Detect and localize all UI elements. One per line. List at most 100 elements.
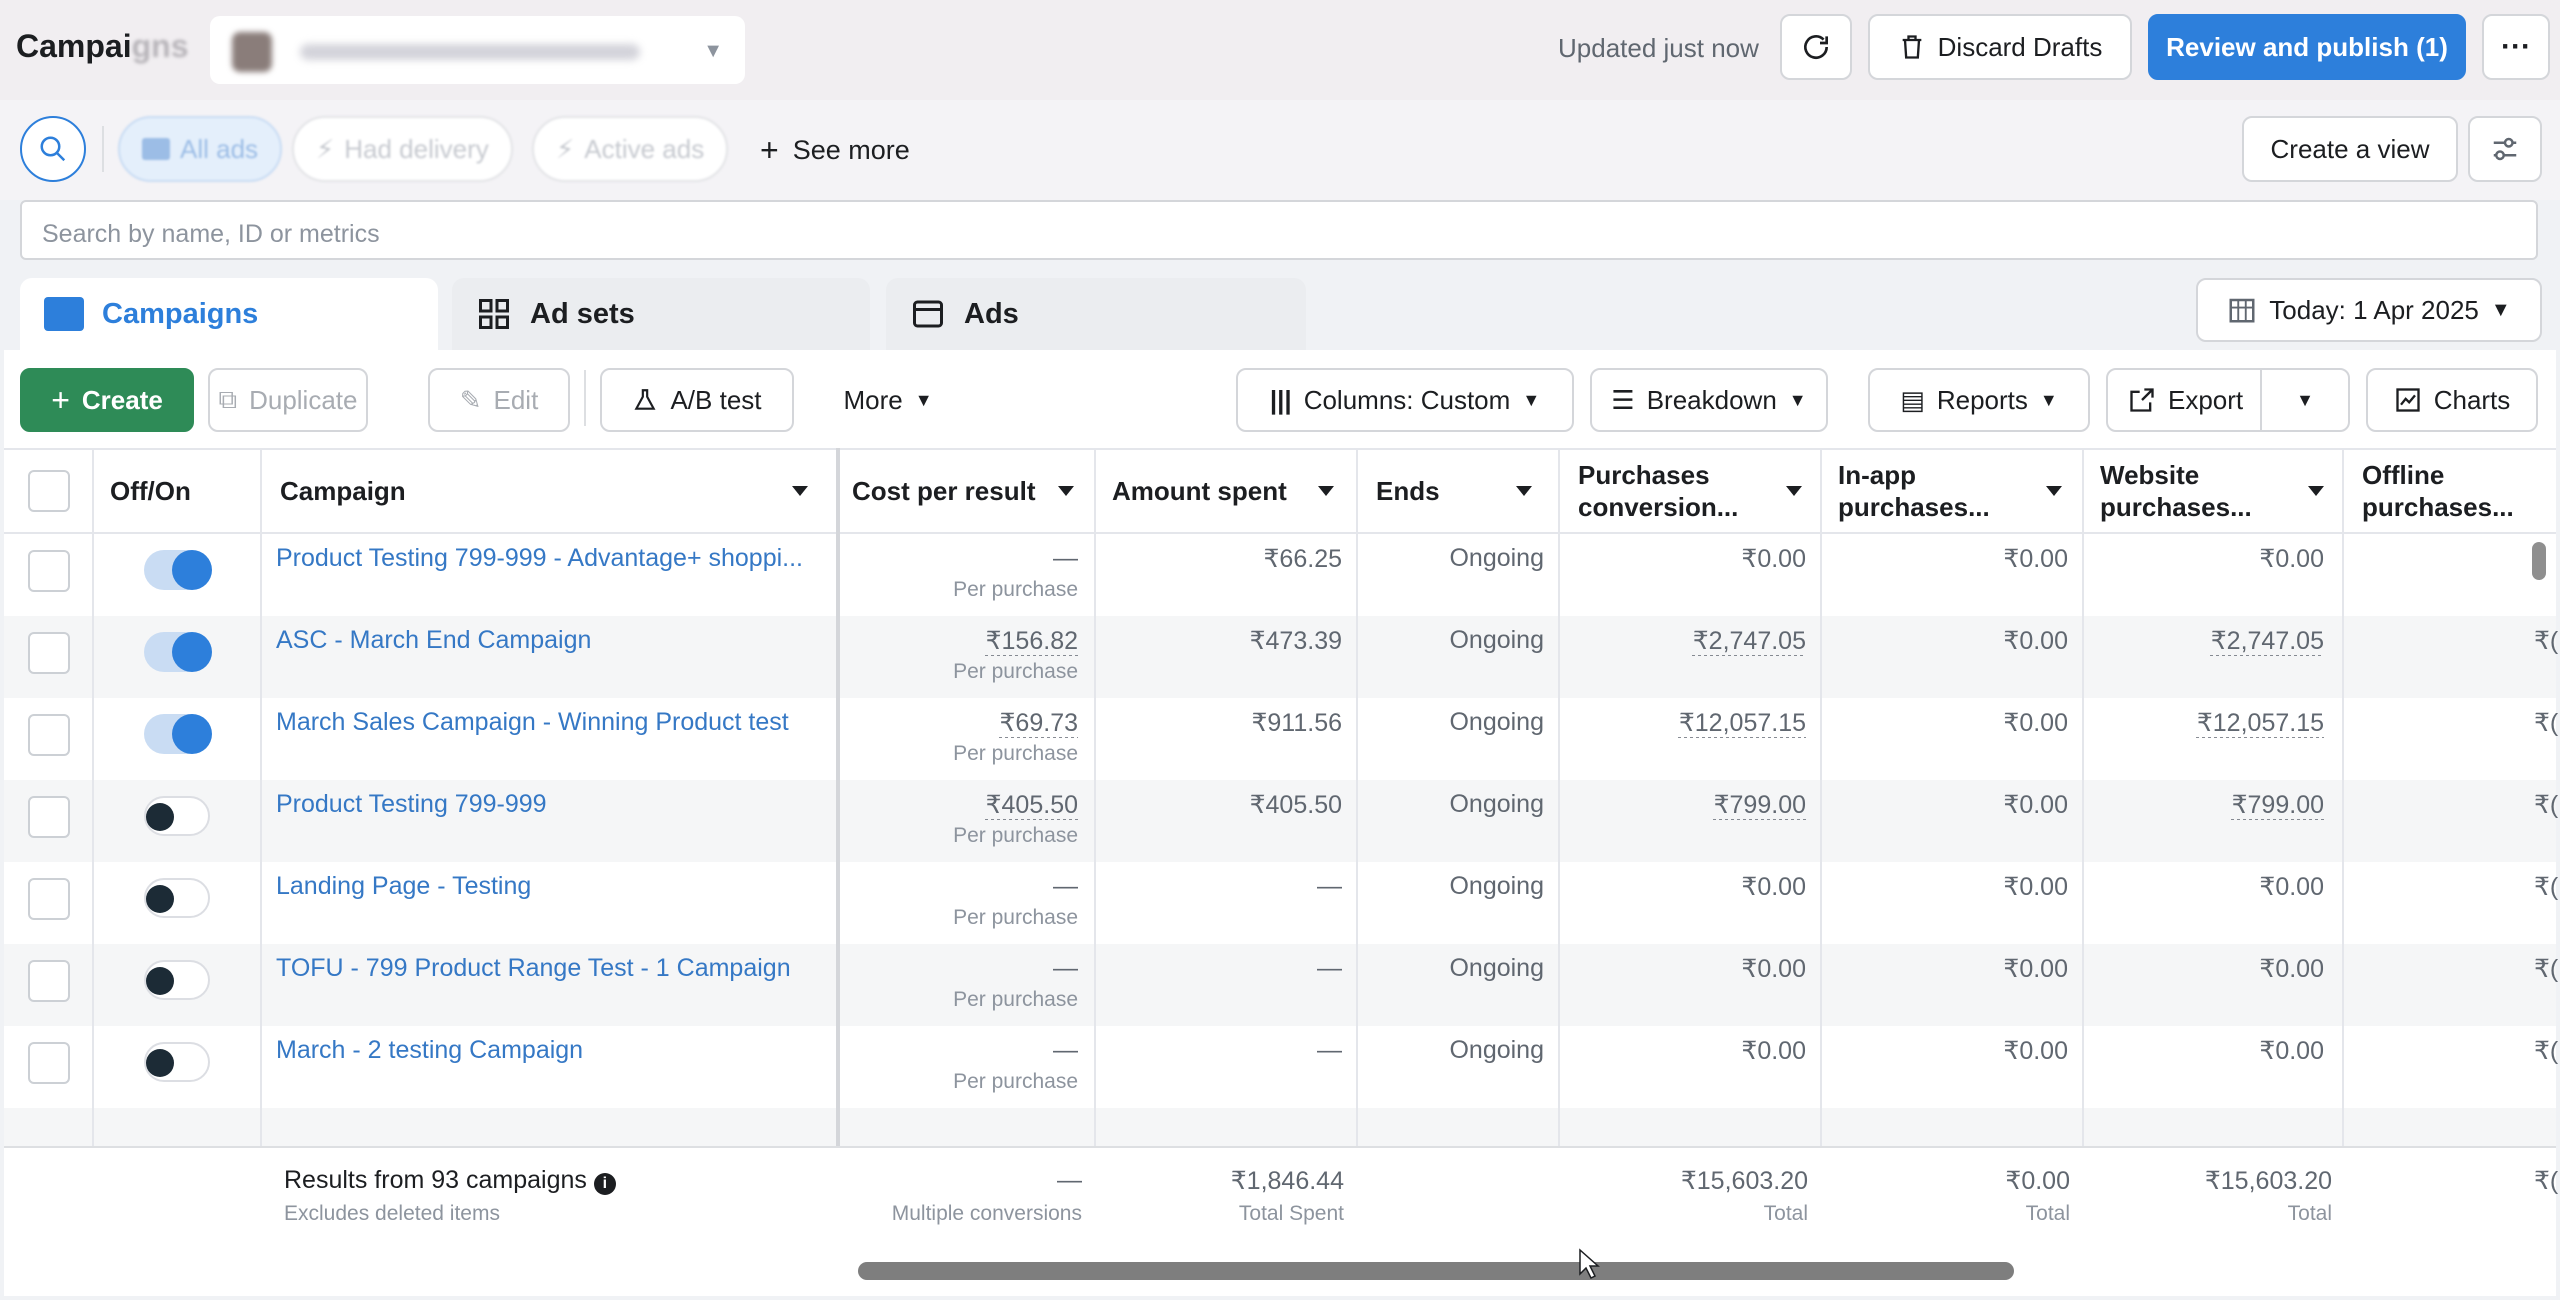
more-actions-button[interactable]: More ▼	[814, 368, 962, 432]
refresh-button[interactable]	[1780, 14, 1852, 80]
cost-per-result-value: ₹405.50	[985, 791, 1078, 819]
folder-icon	[44, 297, 84, 331]
campaign-toggle[interactable]	[144, 878, 210, 918]
columns-button[interactable]: ||| Columns: Custom ▼	[1236, 368, 1574, 432]
in-app-purchases-value: ₹0.00	[2003, 709, 2068, 737]
amount-spent-value: ₹911.56	[1251, 709, 1342, 737]
cost-per-result-sub: Per purchase	[953, 824, 1078, 847]
tab-ads[interactable]: Ads	[886, 278, 1306, 350]
column-header-purchases-conversion[interactable]: Purchases conversion...	[1578, 448, 1816, 534]
campaign-toggle[interactable]	[144, 632, 212, 672]
calendar-icon	[2229, 298, 2255, 323]
tab-campaigns-label: Campaigns	[102, 297, 259, 330]
column-header-offline-purchases[interactable]: Offline purchases...	[2362, 448, 2542, 534]
column-divider	[2082, 448, 2084, 1262]
amount-spent-value: —	[1317, 954, 1342, 982]
ad-account-selector[interactable]: ▼	[210, 16, 745, 84]
column-divider	[1558, 448, 1560, 1262]
campaign-name-link[interactable]: Landing Page - Testing	[276, 872, 531, 901]
ad-frame-icon	[913, 300, 943, 328]
vertical-scrollbar-thumb[interactable]	[2532, 542, 2546, 580]
columns-icon: |||	[1269, 384, 1292, 415]
caret-down-icon: ▼	[1522, 389, 1541, 410]
create-view-button[interactable]: Create a view	[2242, 116, 2458, 182]
campaign-toggle[interactable]	[144, 550, 212, 590]
select-all-checkbox[interactable]	[28, 470, 70, 512]
export-options-dropdown[interactable]: ▼	[2262, 370, 2348, 430]
bolt-icon: ⚡	[316, 133, 335, 164]
cost-per-result-sub: Per purchase	[953, 742, 1078, 765]
ends-value: Ongoing	[1449, 790, 1544, 818]
campaign-toggle[interactable]	[144, 960, 210, 1000]
chart-icon	[2396, 388, 2420, 412]
campaign-toggle[interactable]	[144, 714, 212, 754]
table-row[interactable]	[4, 1108, 2556, 1146]
horizontal-scrollbar-thumb[interactable]	[858, 1262, 2014, 1280]
row-checkbox[interactable]	[28, 796, 70, 838]
sort-caret-icon	[1786, 486, 1802, 496]
see-more-label: See more	[792, 135, 910, 165]
column-header-campaign[interactable]: Campaign	[280, 448, 822, 534]
row-checkbox[interactable]	[28, 960, 70, 1002]
row-checkbox[interactable]	[28, 1042, 70, 1084]
campaign-name-link[interactable]: Product Testing 799-999	[276, 790, 547, 819]
campaign-toggle[interactable]	[144, 1042, 210, 1082]
cost-per-result-value: ₹156.82	[985, 627, 1078, 655]
cost-per-result-sub: Per purchase	[953, 578, 1078, 601]
ab-test-button[interactable]: A/B test	[600, 368, 794, 432]
more-options-button[interactable]: ···	[2482, 14, 2550, 80]
create-button[interactable]: + Create	[20, 368, 194, 432]
campaign-name-link[interactable]: March - 2 testing Campaign	[276, 1036, 583, 1065]
column-divider	[92, 448, 94, 1262]
row-checkbox[interactable]	[28, 714, 70, 756]
filter-had-delivery-label: Had delivery	[344, 133, 489, 164]
column-header-ends[interactable]: Ends	[1376, 448, 1546, 534]
filter-all-ads[interactable]: All ads	[118, 116, 283, 182]
cost-per-result-sub: Per purchase	[953, 1070, 1078, 1093]
breakdown-button[interactable]: ☰ Breakdown ▼	[1590, 368, 1828, 432]
info-icon[interactable]: i	[593, 1173, 616, 1195]
edit-label: Edit	[493, 384, 539, 415]
amount-spent-value: ₹405.50	[1249, 791, 1342, 819]
tab-campaigns[interactable]: Campaigns	[20, 278, 438, 350]
campaign-toggle[interactable]	[144, 796, 210, 836]
filter-active-ads[interactable]: ⚡ Active ads	[532, 116, 729, 182]
toggle-knob	[146, 967, 174, 995]
column-header-amount-spent[interactable]: Amount spent	[1112, 448, 1348, 534]
discard-drafts-button[interactable]: Discard Drafts	[1868, 14, 2132, 80]
charts-button[interactable]: Charts	[2366, 368, 2538, 432]
column-header-website-purchases[interactable]: Website purchases...	[2100, 448, 2338, 534]
sort-caret-icon	[1516, 486, 1532, 496]
campaign-name-link[interactable]: ASC - March End Campaign	[276, 626, 591, 655]
column-header-cost-per-result[interactable]: Cost per result	[852, 448, 1088, 534]
charts-label: Charts	[2433, 384, 2511, 415]
search-input[interactable]: Search by name, ID or metrics	[20, 200, 2538, 260]
export-label: Export	[2168, 384, 2244, 415]
campaign-name-link[interactable]: March Sales Campaign - Winning Product t…	[276, 708, 789, 737]
search-toggle-button[interactable]	[20, 116, 86, 182]
see-more-button[interactable]: + See more	[760, 132, 910, 169]
website-purchases-value: ₹2,747.05	[2210, 627, 2324, 655]
view-settings-button[interactable]	[2468, 116, 2542, 182]
date-range-picker[interactable]: Today: 1 Apr 2025 ▼	[2196, 278, 2542, 342]
row-checkbox[interactable]	[28, 550, 70, 592]
purchases-conversion-value: ₹0.00	[1741, 545, 1806, 573]
ends-value: Ongoing	[1449, 872, 1544, 900]
toggle-knob	[146, 803, 174, 831]
tab-ad-sets[interactable]: Ad sets	[452, 278, 870, 350]
review-and-publish-button[interactable]: Review and publish (1)	[2148, 14, 2466, 80]
reports-button[interactable]: ▤ Reports ▼	[1868, 368, 2090, 432]
campaign-name-link[interactable]: Product Testing 799-999 - Advantage+ sho…	[276, 544, 803, 573]
row-checkbox[interactable]	[28, 632, 70, 674]
duplicate-button[interactable]: ⧉ Duplicate	[208, 368, 368, 432]
edit-button[interactable]: ✎ Edit	[428, 368, 570, 432]
toggle-knob	[172, 632, 212, 672]
amount-spent-value: —	[1317, 1036, 1342, 1064]
column-header-in-app-purchases[interactable]: In-app purchases...	[1838, 448, 2076, 534]
amount-spent-value: ₹66.25	[1263, 545, 1342, 573]
campaign-name-link[interactable]: TOFU - 799 Product Range Test - 1 Campai…	[276, 954, 791, 983]
caret-down-icon: ▼	[2296, 389, 2314, 410]
offline-purchases-value: ₹(	[2534, 709, 2559, 737]
filter-had-delivery[interactable]: ⚡ Had delivery	[292, 116, 513, 182]
row-checkbox[interactable]	[28, 878, 70, 920]
